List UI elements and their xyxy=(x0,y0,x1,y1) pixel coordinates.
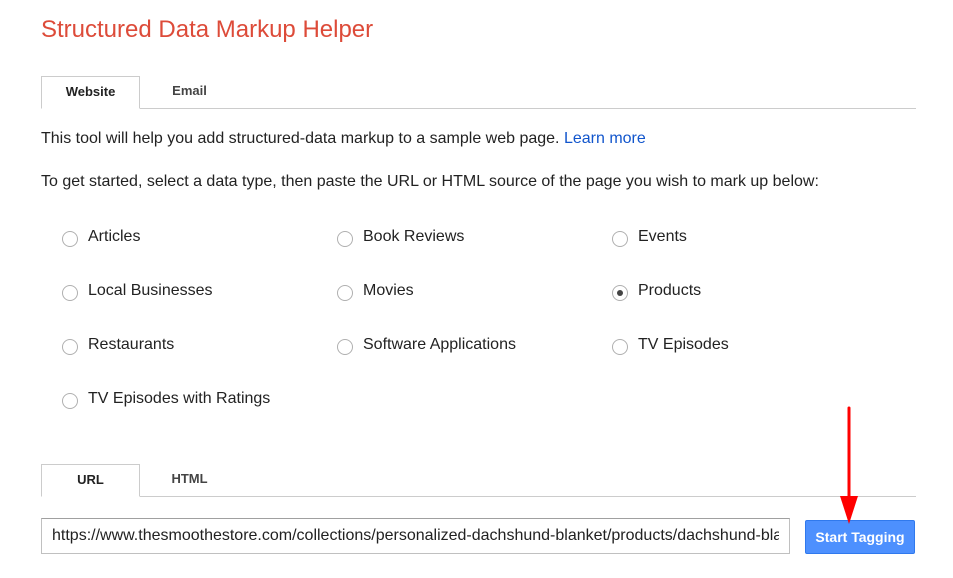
radio-label: Software Applications xyxy=(363,336,516,353)
radio-button-icon[interactable] xyxy=(337,339,353,355)
radio-label: Events xyxy=(638,228,687,245)
intro-text: This tool will help you add structured-d… xyxy=(41,130,646,148)
start-tagging-button[interactable]: Start Tagging xyxy=(805,520,915,554)
radio-button-icon[interactable] xyxy=(62,393,78,409)
radio-button-checked-icon[interactable] xyxy=(612,285,628,301)
page-title: Structured Data Markup Helper xyxy=(41,16,374,43)
radio-label: TV Episodes with Ratings xyxy=(88,390,271,407)
learn-more-link[interactable]: Learn more xyxy=(564,130,646,147)
radio-button-icon[interactable] xyxy=(62,285,78,301)
radio-button-icon[interactable] xyxy=(337,285,353,301)
radio-label: Book Reviews xyxy=(363,228,465,245)
radio-products[interactable]: Products xyxy=(612,280,701,302)
radio-button-icon[interactable] xyxy=(612,231,628,247)
radio-label: Restaurants xyxy=(88,336,175,353)
radio-button-icon[interactable] xyxy=(62,231,78,247)
radio-label: TV Episodes xyxy=(638,336,729,353)
radio-movies[interactable]: Movies xyxy=(337,280,414,302)
radio-restaurants[interactable]: Restaurants xyxy=(62,334,174,356)
tab-url[interactable]: URL xyxy=(41,464,140,497)
tab-website[interactable]: Website xyxy=(41,76,140,109)
radio-label: Articles xyxy=(88,228,141,245)
instructions-text: To get started, select a data type, then… xyxy=(41,173,819,190)
radio-tv-episodes[interactable]: TV Episodes xyxy=(612,334,729,356)
radio-label: Movies xyxy=(363,282,414,299)
radio-book-reviews[interactable]: Book Reviews xyxy=(337,226,464,248)
radio-tv-episodes-with-ratings[interactable]: TV Episodes with Ratings xyxy=(62,388,270,410)
radio-local-businesses[interactable]: Local Businesses xyxy=(62,280,213,302)
radio-software-applications[interactable]: Software Applications xyxy=(337,334,516,356)
url-input[interactable] xyxy=(41,518,790,554)
radio-button-icon[interactable] xyxy=(62,339,78,355)
tab-email[interactable]: Email xyxy=(140,76,239,108)
radio-label: Products xyxy=(638,282,702,299)
radio-button-icon[interactable] xyxy=(612,339,628,355)
source-tabs: Website Email xyxy=(41,76,916,109)
radio-button-icon[interactable] xyxy=(337,231,353,247)
input-tabs: URL HTML xyxy=(41,464,916,497)
tab-html[interactable]: HTML xyxy=(140,464,239,496)
radio-articles[interactable]: Articles xyxy=(62,226,140,248)
radio-events[interactable]: Events xyxy=(612,226,687,248)
radio-label: Local Businesses xyxy=(88,282,213,299)
intro-sentence: This tool will help you add structured-d… xyxy=(41,130,564,147)
